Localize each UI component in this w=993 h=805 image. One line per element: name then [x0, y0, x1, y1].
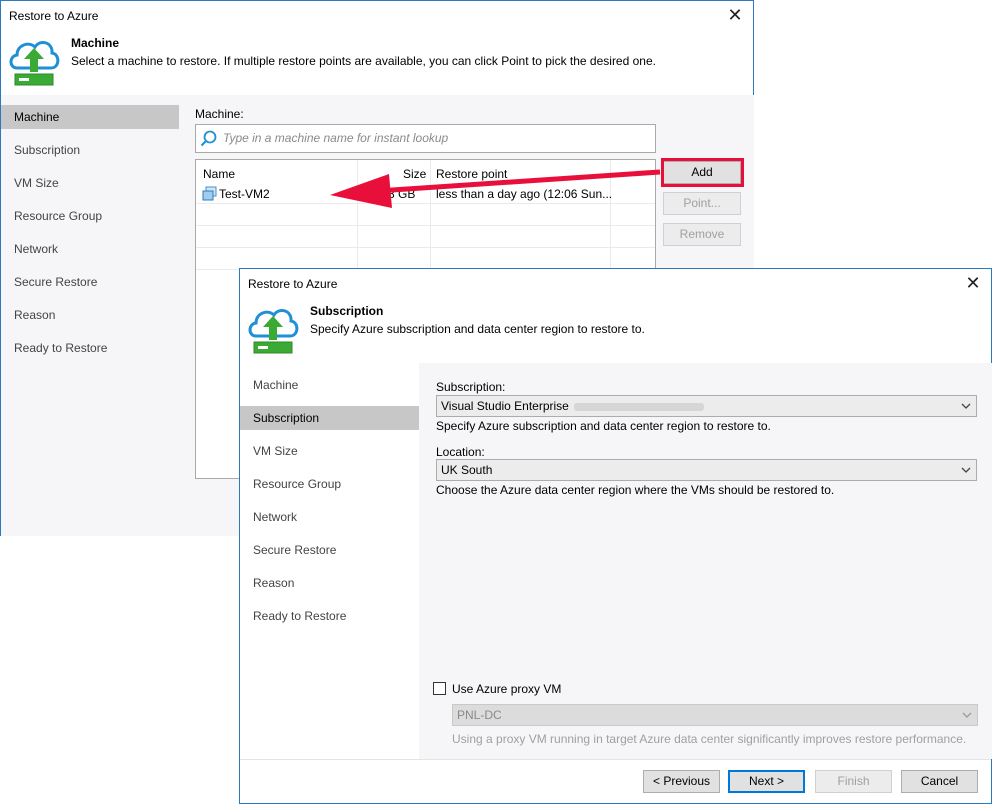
- close-icon[interactable]: ✕: [961, 271, 985, 295]
- window-title: Restore to Azure: [248, 277, 338, 291]
- front-window: Restore to Azure ✕ Subscription Specify …: [239, 268, 992, 804]
- location-label: Location:: [436, 445, 485, 459]
- location-value: UK South: [441, 463, 493, 477]
- row-restore-point: less than a day ago (12:06 Sun...: [436, 187, 613, 201]
- wizard-header: Subscription Specify Azure subscription …: [240, 299, 991, 363]
- chevron-down-icon: [961, 403, 971, 409]
- subscription-panel: Subscription: Visual Studio Enterprise S…: [419, 363, 992, 759]
- wizard-steps: Machine Subscription VM Size Resource Gr…: [240, 363, 419, 759]
- step-subscription[interactable]: Subscription: [240, 406, 419, 430]
- next-button[interactable]: Next >: [728, 770, 805, 793]
- step-reason[interactable]: Reason: [240, 571, 419, 595]
- chevron-down-icon: [962, 712, 972, 718]
- column-header-restore-point[interactable]: Restore point: [436, 167, 507, 181]
- step-vm-size[interactable]: VM Size: [1, 171, 179, 195]
- location-hint: Choose the Azure data center region wher…: [436, 483, 835, 497]
- close-icon[interactable]: ✕: [723, 3, 747, 27]
- header-title: Subscription: [310, 304, 384, 318]
- point-button[interactable]: Point...: [663, 192, 741, 215]
- header-description: Specify Azure subscription and data cent…: [310, 322, 645, 336]
- proxy-hint: Using a proxy VM running in target Azure…: [452, 732, 967, 746]
- row-name: Test-VM2: [219, 187, 270, 201]
- wizard-steps: Machine Subscription VM Size Resource Gr…: [1, 95, 181, 536]
- step-network[interactable]: Network: [1, 237, 179, 261]
- column-header-size[interactable]: Size: [403, 167, 426, 181]
- subscription-hint: Specify Azure subscription and data cent…: [436, 419, 771, 433]
- header-title: Machine: [71, 36, 120, 50]
- footer: < Previous Next > Finish Cancel: [240, 759, 991, 803]
- cloud-upload-icon: [9, 40, 60, 86]
- cancel-button[interactable]: Cancel: [901, 770, 978, 793]
- title-bar: Restore to Azure ✕: [1, 1, 753, 31]
- row-size: 3.8 GB: [378, 187, 416, 201]
- step-machine[interactable]: Machine: [1, 105, 179, 129]
- subscription-select[interactable]: Visual Studio Enterprise: [436, 395, 977, 417]
- use-proxy-checkbox[interactable]: [433, 682, 446, 695]
- use-proxy-label[interactable]: Use Azure proxy VM: [452, 682, 561, 696]
- remove-button[interactable]: Remove: [663, 223, 741, 246]
- row-divider: [196, 247, 655, 248]
- subscription-value: Visual Studio Enterprise: [441, 399, 569, 413]
- column-header-name[interactable]: Name: [203, 167, 235, 181]
- step-ready-to-restore[interactable]: Ready to Restore: [1, 336, 179, 360]
- window-title: Restore to Azure: [9, 9, 99, 23]
- search-input[interactable]: Type in a machine name for instant looku…: [195, 124, 656, 153]
- header-description: Select a machine to restore. If multiple…: [71, 54, 656, 68]
- step-network[interactable]: Network: [240, 505, 419, 529]
- step-secure-restore[interactable]: Secure Restore: [1, 270, 179, 294]
- search-placeholder: Type in a machine name for instant looku…: [223, 131, 449, 145]
- row-divider: [196, 225, 655, 226]
- machine-label: Machine:: [195, 107, 244, 121]
- location-select[interactable]: UK South: [436, 459, 977, 481]
- redacted-email: [574, 402, 705, 411]
- finish-button[interactable]: Finish: [815, 770, 892, 793]
- step-reason[interactable]: Reason: [1, 303, 179, 327]
- wizard-header: Machine Select a machine to restore. If …: [1, 31, 753, 95]
- cloud-upload-icon: [248, 308, 299, 354]
- proxy-vm-select[interactable]: PNL-DC: [452, 704, 978, 726]
- step-subscription[interactable]: Subscription: [1, 138, 179, 162]
- step-vm-size[interactable]: VM Size: [240, 439, 419, 463]
- vm-icon: [202, 186, 217, 201]
- proxy-vm-value: PNL-DC: [457, 708, 502, 722]
- step-machine[interactable]: Machine: [240, 373, 419, 397]
- previous-button[interactable]: < Previous: [643, 770, 720, 793]
- step-secure-restore[interactable]: Secure Restore: [240, 538, 419, 562]
- add-highlight-box: [661, 158, 744, 187]
- chevron-down-icon: [961, 467, 971, 473]
- subscription-label: Subscription:: [436, 380, 506, 394]
- step-resource-group[interactable]: Resource Group: [1, 204, 179, 228]
- step-resource-group[interactable]: Resource Group: [240, 472, 419, 496]
- step-ready-to-restore[interactable]: Ready to Restore: [240, 604, 419, 628]
- table-row[interactable]: Test-VM2 3.8 GB less than a day ago (12:…: [196, 184, 655, 204]
- search-icon: [200, 130, 217, 147]
- title-bar: Restore to Azure ✕: [240, 269, 991, 299]
